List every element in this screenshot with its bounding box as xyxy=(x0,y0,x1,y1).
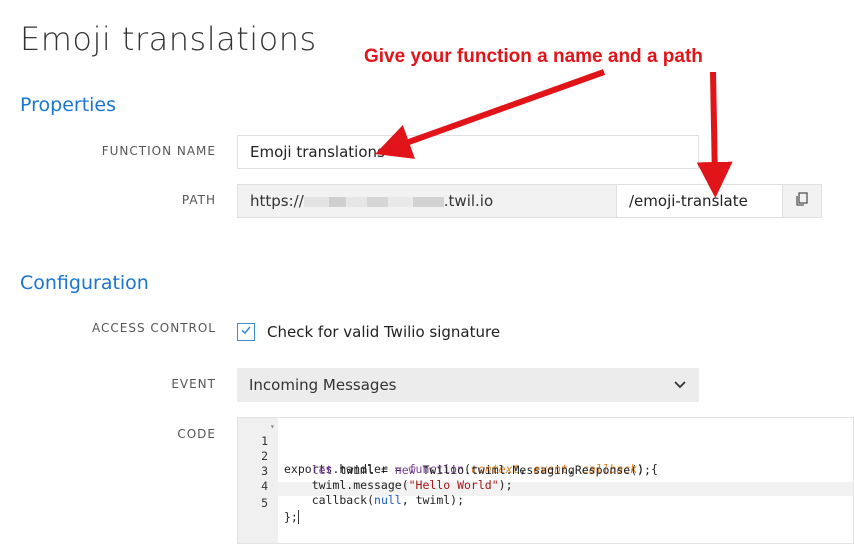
arrow-to-path xyxy=(696,71,733,198)
arrow-to-name xyxy=(375,69,606,159)
annotation-arrows xyxy=(375,69,733,198)
